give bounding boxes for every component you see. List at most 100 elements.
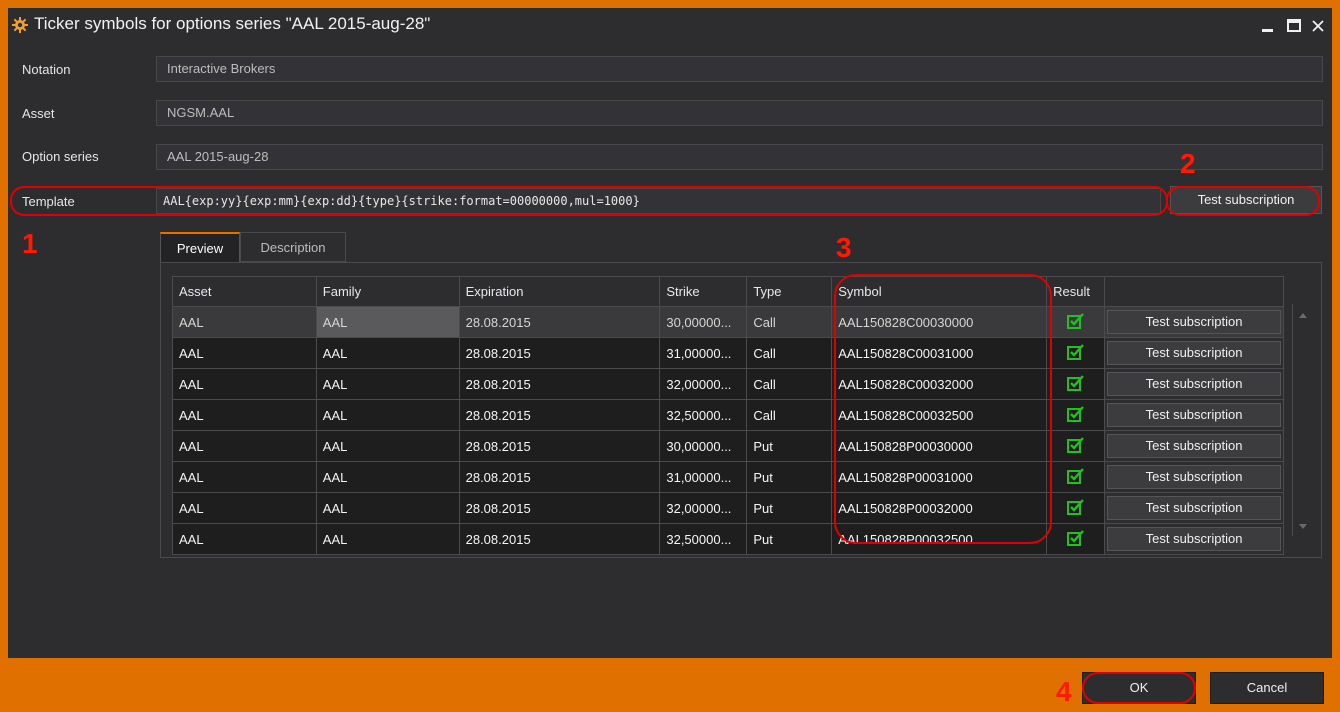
window-title: Ticker symbols for options series "AAL 2… (34, 14, 431, 33)
column-header-type[interactable]: Type (746, 276, 833, 307)
cell-action: Test subscription (1104, 306, 1284, 338)
tab-description[interactable]: Description (240, 232, 346, 262)
cell-result (1046, 368, 1106, 400)
cell-expiration: 28.08.2015 (458, 492, 661, 524)
cell-action: Test subscription (1104, 461, 1284, 493)
cell-strike: 31,00000... (659, 461, 748, 493)
tab-preview[interactable]: Preview (160, 232, 240, 262)
cell-symbol: AAL150828C00030000 (831, 306, 1048, 338)
cell-result (1046, 306, 1106, 338)
cell-family: AAL (315, 368, 460, 400)
table-row[interactable]: AAL AAL 28.08.2015 31,00000... Put AAL150828P… (172, 461, 1284, 493)
row-test-subscription-button[interactable]: Test subscription (1107, 372, 1281, 396)
column-header-asset[interactable]: Asset (172, 276, 317, 307)
cell-action: Test subscription (1104, 337, 1284, 369)
minimize-icon[interactable] (1258, 16, 1278, 36)
dialog-content: Notation Interactive Brokers Asset NGSM.… (8, 42, 1332, 658)
test-subscription-button[interactable]: Test subscription (1170, 186, 1322, 214)
cell-result (1046, 337, 1106, 369)
column-header-expiration[interactable]: Expiration (458, 276, 661, 307)
cell-result (1046, 461, 1106, 493)
check-icon (1066, 374, 1084, 391)
cell-result (1046, 399, 1106, 431)
ok-button[interactable]: OK (1082, 672, 1196, 704)
cell-action: Test subscription (1104, 368, 1284, 400)
column-header-family[interactable]: Family (315, 276, 460, 307)
annotation-number-3: 3 (836, 232, 852, 263)
row-test-subscription-button[interactable]: Test subscription (1107, 434, 1281, 458)
cell-type: Call (746, 399, 833, 431)
template-field[interactable]: AAL{exp:yy}{exp:mm}{exp:dd}{type}{strike… (156, 188, 1161, 214)
cell-type: Call (746, 368, 833, 400)
cell-symbol: AAL150828P00032500 (831, 523, 1048, 555)
cell-result (1046, 523, 1106, 555)
cell-symbol: AAL150828C00032000 (831, 368, 1048, 400)
cell-family: AAL (315, 430, 460, 462)
cell-type: Call (746, 306, 833, 338)
cancel-button[interactable]: Cancel (1210, 672, 1324, 704)
table-row[interactable]: AAL AAL 28.08.2015 32,00000... Call AAL150828… (172, 368, 1284, 400)
cell-type: Put (746, 430, 833, 462)
grid-scrollbar[interactable] (1292, 304, 1313, 536)
dialog-window: Ticker symbols for options series "AAL 2… (0, 0, 1340, 712)
cell-strike: 31,00000... (659, 337, 748, 369)
cell-action: Test subscription (1104, 430, 1284, 462)
option-series-label: Option series (22, 149, 99, 164)
row-test-subscription-button[interactable]: Test subscription (1107, 465, 1281, 489)
row-test-subscription-button[interactable]: Test subscription (1107, 496, 1281, 520)
cell-family: AAL (315, 337, 460, 369)
row-test-subscription-button[interactable]: Test subscription (1107, 341, 1281, 365)
column-header-symbol[interactable]: Symbol (831, 276, 1048, 307)
annotation-number-2: 2 (1180, 148, 1196, 179)
maximize-icon[interactable] (1284, 16, 1304, 36)
row-test-subscription-button[interactable]: Test subscription (1107, 310, 1281, 334)
check-icon (1066, 405, 1084, 422)
table-row[interactable]: AAL AAL 28.08.2015 30,00000... Put AAL150828P… (172, 430, 1284, 462)
cell-family: AAL (315, 461, 460, 493)
asset-label: Asset (22, 106, 55, 121)
cell-expiration: 28.08.2015 (458, 523, 661, 555)
table-row[interactable]: AAL AAL 28.08.2015 31,00000... Call AAL150828… (172, 337, 1284, 369)
cell-strike: 32,00000... (659, 492, 748, 524)
cell-asset: AAL (172, 492, 317, 524)
cell-strike: 30,00000... (659, 306, 748, 338)
cell-action: Test subscription (1104, 523, 1284, 555)
table-row[interactable]: AAL AAL 28.08.2015 30,00000... Call AAL150828… (172, 306, 1284, 338)
table-row[interactable]: AAL AAL 28.08.2015 32,00000... Put AAL150828P… (172, 492, 1284, 524)
table-row[interactable]: AAL AAL 28.08.2015 32,50000... Put AAL150828P… (172, 523, 1284, 555)
cell-expiration: 28.08.2015 (458, 399, 661, 431)
check-icon (1066, 436, 1084, 453)
option-series-field[interactable]: AAL 2015-aug-28 (156, 144, 1323, 170)
asset-field[interactable]: NGSM.AAL (156, 100, 1323, 126)
cell-type: Call (746, 337, 833, 369)
row-test-subscription-button[interactable]: Test subscription (1107, 403, 1281, 427)
cell-type: Put (746, 461, 833, 493)
cell-asset: AAL (172, 523, 317, 555)
column-header-strike[interactable]: Strike (659, 276, 748, 307)
row-test-subscription-button[interactable]: Test subscription (1107, 527, 1281, 551)
cell-asset: AAL (172, 399, 317, 431)
cell-asset: AAL (172, 306, 317, 338)
grid-header-row: Asset Family Expiration Strike Type Symb… (172, 276, 1284, 307)
scroll-down-icon[interactable] (1299, 524, 1307, 530)
template-label: Template (22, 194, 75, 209)
cell-result (1046, 430, 1106, 462)
check-icon (1066, 312, 1084, 329)
title-bar[interactable]: Ticker symbols for options series "AAL 2… (8, 8, 1332, 42)
close-icon[interactable] (1308, 16, 1328, 36)
column-header-action (1104, 276, 1284, 307)
cell-asset: AAL (172, 461, 317, 493)
annotation-number-4: 4 (1056, 676, 1072, 707)
cell-expiration: 28.08.2015 (458, 306, 661, 338)
cell-expiration: 28.08.2015 (458, 461, 661, 493)
cell-symbol: AAL150828P00031000 (831, 461, 1048, 493)
notation-field[interactable]: Interactive Brokers (156, 56, 1323, 82)
table-row[interactable]: AAL AAL 28.08.2015 32,50000... Call AAL150828… (172, 399, 1284, 431)
scroll-up-icon[interactable] (1299, 312, 1307, 318)
cell-expiration: 28.08.2015 (458, 430, 661, 462)
cell-symbol: AAL150828P00030000 (831, 430, 1048, 462)
cell-action: Test subscription (1104, 399, 1284, 431)
cell-action: Test subscription (1104, 492, 1284, 524)
cell-strike: 32,50000... (659, 523, 748, 555)
column-header-result[interactable]: Result (1046, 276, 1106, 307)
